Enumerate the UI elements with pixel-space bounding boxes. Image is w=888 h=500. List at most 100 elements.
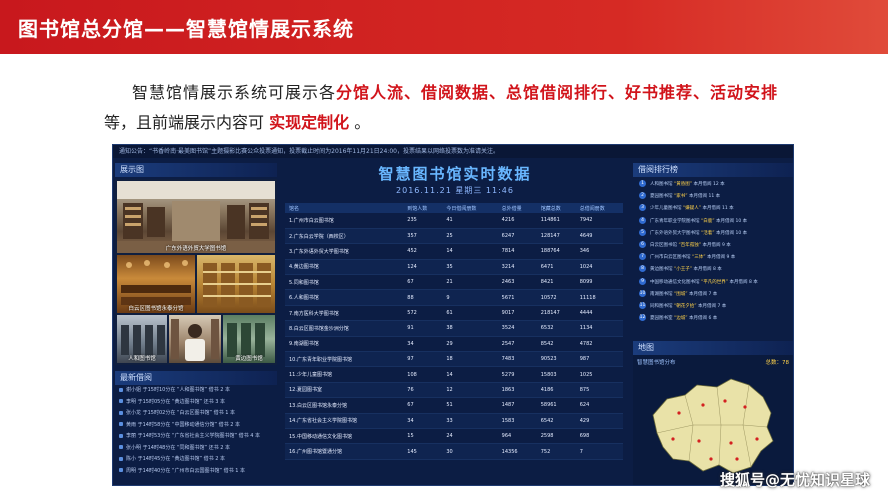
stat-cell: 97 xyxy=(403,351,443,368)
stat-cell: 1863 xyxy=(497,382,537,399)
stat-cell: 964 xyxy=(497,428,537,445)
stat-cell: 5671 xyxy=(497,289,537,306)
library-interior-image xyxy=(117,181,275,253)
stat-cell: 987 xyxy=(575,351,623,368)
news-text: 陈小 于14时45分在 “黄边图书馆” 借书 2 本 xyxy=(126,456,226,462)
table-row: 14.广东省社会主义学院图书馆 34 33 1583 6542 429 xyxy=(285,413,623,429)
stat-cell: 875 xyxy=(575,382,623,399)
stat-cell: 7483 xyxy=(497,351,537,368)
library-name-cell: 1.广州市白云图书馆 xyxy=(285,213,404,229)
rank-library: 夏园图书室 xyxy=(650,316,673,322)
stat-cell: 1487 xyxy=(497,397,537,414)
stat-cell: 4186 xyxy=(536,382,576,399)
rank-number: 12 xyxy=(639,314,646,322)
stat-cell: 6542 xyxy=(536,413,576,429)
stat-cell: 34 xyxy=(403,336,443,353)
stat-cell: 346 xyxy=(575,243,623,260)
intro-paragraph: 智慧馆情展示系统可展示各分馆人流、借阅数据、总馆借阅排行、好书推荐、活动安排 等… xyxy=(104,78,888,138)
stat-cell: 14 xyxy=(442,366,498,383)
rank-number: 6 xyxy=(639,240,646,248)
list-item: 李明 于15时05分在 “黄边图书馆” 还书 3 本 xyxy=(115,397,277,409)
stat-cell: 88 xyxy=(403,289,443,306)
library-name-cell: 6.人和图书馆 xyxy=(285,289,404,306)
stat-cell: 7942 xyxy=(575,213,623,229)
photos-heading: 展示图 xyxy=(115,163,277,177)
news-text: 谢小姐 于15时10分在 “人和图书馆” 借书 2 本 xyxy=(126,387,231,393)
rank-number: 8 xyxy=(639,265,646,273)
rank-item: 10 南湖图书馆 “围城” 本月借阅 7 本 xyxy=(633,289,793,301)
table-row: 12.夏园图书室 76 12 1863 4186 875 xyxy=(285,382,623,399)
library-name-cell: 3.广东外语外贸大学图书馆 xyxy=(285,243,404,260)
rank-library: 中国移动通信文化图书馆 xyxy=(650,279,700,285)
bullet-icon xyxy=(119,422,123,426)
stat-cell: 2598 xyxy=(536,428,576,445)
slide-title: 图书馆总分馆——智慧馆情展示系统 xyxy=(18,17,354,41)
photo-3 xyxy=(197,255,275,313)
table-row: 5.同和图书馆 67 21 2463 8421 8099 xyxy=(285,274,623,291)
library-name-cell: 9.南湖图书馆 xyxy=(285,336,404,353)
stat-cell: 14356 xyxy=(497,443,537,460)
stat-cell: 11118 xyxy=(575,289,623,306)
column-header: 馆藏总数 xyxy=(536,203,576,213)
stat-cell: 2463 xyxy=(497,274,537,291)
rank-count: 本月借阅 8 本 xyxy=(693,267,722,273)
news-text: 张小明 于14时48分在 “同和图书馆” 还书 2 本 xyxy=(126,444,231,451)
stat-cell: 8421 xyxy=(536,274,576,291)
bullet-icon xyxy=(119,387,123,392)
intro-text: 。 xyxy=(354,113,371,132)
list-item: 张小明 于14时48分在 “同和图书馆” 还书 2 本 xyxy=(115,443,277,455)
stat-cell: 5279 xyxy=(497,366,537,383)
stat-cell: 15 xyxy=(403,428,443,445)
stat-cell: 35 xyxy=(442,259,498,276)
rank-count: 本月借阅 6 本 xyxy=(689,316,718,322)
stat-cell: 357 xyxy=(403,228,443,245)
column-header: 到馆人数 xyxy=(403,203,443,213)
table-row: 8.白云区图书馆金沙洲分馆 91 38 3524 6532 1134 xyxy=(285,320,623,337)
stat-cell: 6532 xyxy=(536,320,576,337)
intro-line-2: 等，且前端展示内容可 实现定制化 。 xyxy=(104,108,888,138)
stat-cell: 8099 xyxy=(575,274,623,291)
library-name-cell: 7.南方医科大学图书馆 xyxy=(285,305,404,322)
rank-number: 9 xyxy=(639,277,646,285)
rank-item: 4 广东青年职业学院图书馆 “白鹿” 本月借阅 10 本 xyxy=(633,216,793,228)
rank-count: 本月借阅 7 本 xyxy=(698,303,727,309)
table-header-row: 馆名 到馆人数 今日借阅册数 总外借量 馆藏总数 总借阅册数 xyxy=(285,203,623,213)
photo-6: 黄边图书馆 xyxy=(223,315,275,363)
bookshelf-image xyxy=(203,263,271,307)
stat-cell: 4444 xyxy=(575,305,623,322)
stat-cell: 18 xyxy=(442,351,498,368)
table-row: 2.广东白云学院（西校区） 357 25 6247 128147 4649 xyxy=(285,228,623,245)
stat-cell: 698 xyxy=(575,428,623,445)
rank-item: 1 人和图书馆 “黄昏图” 本月借阅 12 本 xyxy=(633,179,793,191)
bullet-icon xyxy=(119,433,123,438)
bullet-icon xyxy=(119,410,123,415)
stat-cell: 218147 xyxy=(536,305,576,322)
rank-library: 白云区图书馆 xyxy=(650,242,677,248)
slide-page: 图书馆总分馆——智慧馆情展示系统 智慧馆情展示系统可展示各分馆人流、借阅数据、总… xyxy=(0,0,888,500)
table-row: 13.白云区图书馆永泰分馆 67 51 1487 58961 624 xyxy=(285,397,623,414)
rank-library: 夏园图书馆 xyxy=(650,194,673,200)
intro-highlight: 分馆人流、借阅数据、总馆借阅排行、好书推荐、活动安排 xyxy=(336,83,779,102)
stat-cell: 9 xyxy=(442,289,498,306)
stat-cell: 58961 xyxy=(536,397,576,414)
rank-number: 3 xyxy=(639,204,646,212)
stat-cell: 624 xyxy=(575,397,623,414)
news-text: 李明 于15时05分在 “黄边图书馆” 还书 3 本 xyxy=(126,398,226,405)
ranking-list: 1 人和图书馆 “黄昏图” 本月借阅 12 本 2 夏园图书馆 “家书” 本月借阅 1… xyxy=(633,179,793,339)
bullet-icon xyxy=(119,445,123,449)
rank-item: 5 广东外语外贸大学图书馆 “活着” 本月借阅 10 本 xyxy=(633,228,793,240)
news-text: 黄雨 于14时58分在 “中国移动通信分馆” 借书 2 本 xyxy=(126,421,241,428)
rank-count: 本月借阅 9 本 xyxy=(702,242,731,248)
stat-cell: 33 xyxy=(442,413,498,429)
title-bar: 图书馆总分馆——智慧馆情展示系统 xyxy=(0,0,888,54)
rank-item: 3 少年儿童图书馆 “嫌疑人” 本月借阅 11 本 xyxy=(633,203,793,215)
bullet-icon xyxy=(119,468,123,472)
rank-heading: 借阅排行榜 xyxy=(633,163,793,177)
library-name-cell: 10.广东青年职业学院图书馆 xyxy=(285,351,404,368)
library-name-cell: 15.中国移动通信文化图书馆 xyxy=(285,428,404,445)
table-row: 16.广州图书馆暨通分馆 145 30 14356 752 7 xyxy=(285,443,623,460)
rank-item: 9 中国移动通信文化图书馆 “平凡的世界” 本月借阅 8 本 xyxy=(633,277,793,289)
stat-cell: 1583 xyxy=(497,413,537,429)
stat-cell: 4216 xyxy=(497,213,537,229)
news-text: 周明 于14时40分在 “广州市白云国图书馆” 借书 1 本 xyxy=(126,467,246,474)
